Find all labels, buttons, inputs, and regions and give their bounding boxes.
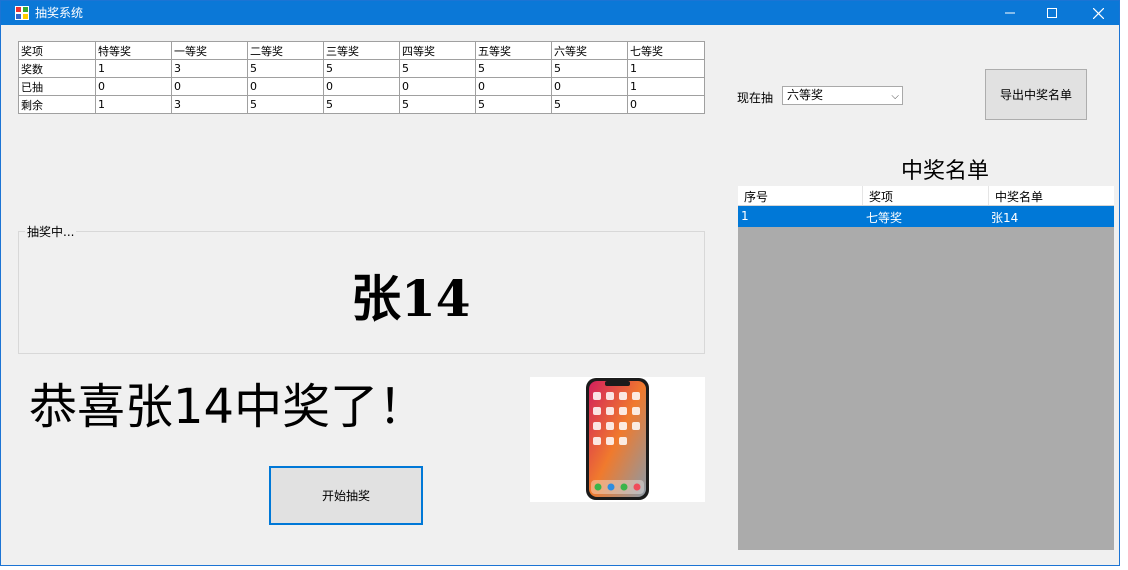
column-header[interactable]: 序号 [744,188,768,205]
table-cell[interactable]: 1 [95,59,172,78]
winners-title: 中奖名单 [901,159,990,184]
table-cell[interactable]: 特等奖 [95,41,172,60]
table-cell[interactable]: 0 [323,77,400,96]
chevron-down-icon: ⌵ [891,91,899,102]
table-cell[interactable]: 5 [247,59,324,78]
table-cell[interactable]: 已抽 [18,77,96,96]
maximize-icon [1047,8,1057,18]
table-row[interactable]: 剩余 1 3 5 5 5 5 5 0 [18,95,705,114]
table-cell[interactable]: 六等奖 [551,41,628,60]
current-prize-label: 现在抽 [737,91,774,105]
table-row[interactable]: 奖项 特等奖 一等奖 二等奖 三等奖 四等奖 五等奖 六等奖 七等奖 [18,41,705,60]
minimize-button[interactable] [987,1,1033,25]
app-icon [15,6,29,20]
prize-table[interactable]: 奖项 特等奖 一等奖 二等奖 三等奖 四等奖 五等奖 六等奖 七等奖 奖数 1 3 5 5 5 5 5 1 已抽 0 0… [18,41,705,114]
table-cell[interactable]: 5 [475,95,552,114]
maximize-button[interactable] [1029,1,1075,25]
start-draw-button[interactable]: 开始抽奖 [269,466,423,525]
table-cell[interactable]: 1 [627,77,705,96]
table-cell[interactable]: 奖数 [18,59,96,78]
export-winners-label: 导出中奖名单 [999,88,1072,102]
prize-image [530,377,705,502]
winners-list[interactable]: 序号 奖项 中奖名单 1 七等奖 张14 [738,186,1114,550]
list-item[interactable]: 1 七等奖 张14 [738,206,1114,227]
table-cell[interactable]: 0 [627,95,705,114]
column-header[interactable]: 中奖名单 [995,188,1043,205]
table-cell[interactable]: 5 [399,95,476,114]
table-cell[interactable]: 0 [171,77,248,96]
table-cell[interactable]: 三等奖 [323,41,400,60]
start-draw-label: 开始抽奖 [321,489,370,503]
table-cell[interactable]: 四等奖 [399,41,476,60]
table-cell[interactable]: 0 [399,77,476,96]
table-cell[interactable]: 3 [171,59,248,78]
window-title: 抽奖系统 [35,6,84,20]
table-cell[interactable]: 5 [247,95,324,114]
phone-icon [586,378,649,500]
column-header[interactable]: 奖项 [869,188,893,205]
minimize-icon [1005,12,1015,14]
table-cell[interactable]: 五等奖 [475,41,552,60]
draw-group-caption: 抽奖中... [25,223,77,240]
main-window: 抽奖系统 奖项 特等奖 一等奖 二等奖 三等奖 四等奖 五等奖 六等奖 七等奖 奖数 1 3 5 5 5 5 5… [0,0,1120,566]
winners-list-header: 序号 奖项 中奖名单 [738,186,1114,206]
table-row[interactable]: 奖数 1 3 5 5 5 5 5 1 [18,59,705,78]
table-cell[interactable]: 5 [475,59,552,78]
table-cell[interactable]: 5 [323,59,400,78]
close-icon [1092,7,1104,19]
table-row[interactable]: 已抽 0 0 0 0 0 0 0 1 [18,77,705,96]
congrats-message: 恭喜张14中奖了！ [29,379,427,435]
table-cell[interactable]: 0 [95,77,172,96]
table-cell[interactable]: 1 [627,59,705,78]
table-cell[interactable]: 一等奖 [171,41,248,60]
table-cell[interactable]: 3 [171,95,248,114]
list-cell: 张14 [991,211,1019,225]
table-cell[interactable]: 剩余 [18,95,96,114]
table-cell[interactable]: 0 [247,77,324,96]
table-cell[interactable]: 5 [399,59,476,78]
table-cell[interactable]: 5 [551,59,628,78]
table-cell[interactable]: 二等奖 [247,41,324,60]
current-name-display: 张14 [351,269,471,328]
table-cell[interactable]: 0 [475,77,552,96]
table-cell[interactable]: 5 [551,95,628,114]
table-cell[interactable]: 5 [323,95,400,114]
table-cell[interactable]: 0 [551,77,628,96]
table-cell[interactable]: 七等奖 [627,41,705,60]
list-cell: 七等奖 [866,211,903,225]
table-cell[interactable]: 奖项 [18,41,96,60]
close-button[interactable] [1075,1,1121,25]
table-cell[interactable]: 1 [95,95,172,114]
title-bar: 抽奖系统 [1,1,1119,25]
list-cell: 1 [741,209,749,223]
current-prize-select[interactable]: 六等奖 ⌵ [782,86,903,105]
export-winners-button[interactable]: 导出中奖名单 [985,69,1087,120]
current-prize-value: 六等奖 [787,88,824,102]
